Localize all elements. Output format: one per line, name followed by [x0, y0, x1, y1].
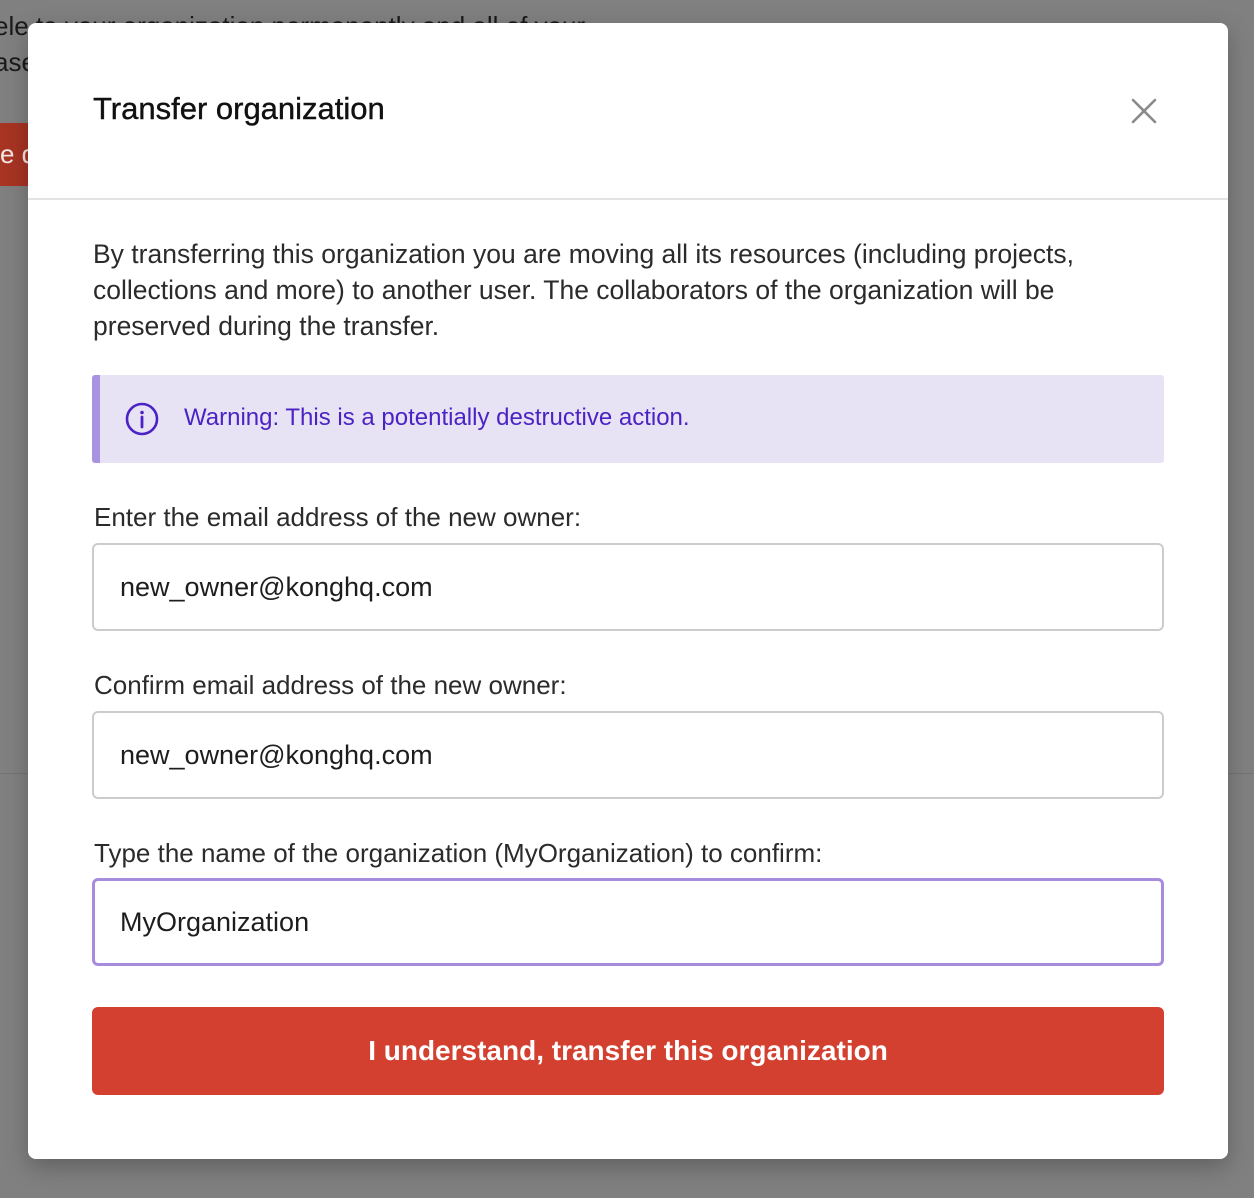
close-button[interactable] [1124, 91, 1164, 131]
info-circle-icon [125, 402, 159, 436]
transfer-organization-button[interactable]: I understand, transfer this organization [92, 1007, 1164, 1095]
close-icon [1131, 98, 1157, 124]
transfer-description: By transferring this organization you ar… [93, 239, 1074, 341]
organization-name-label: Type the name of the organization (MyOrg… [94, 838, 823, 868]
modal-header: Transfer organization [28, 23, 1228, 200]
new-owner-email-label: Enter the email address of the new owner… [94, 502, 582, 532]
warning-callout: Warning: This is a potentially destructi… [92, 375, 1164, 463]
confirm-email-label: Confirm email address of the new owner: [94, 670, 567, 700]
confirm-email-input[interactable] [92, 711, 1164, 799]
new-owner-email-input[interactable] [92, 543, 1164, 631]
warning-text: Warning: This is a potentially destructi… [184, 404, 690, 431]
organization-name-input[interactable] [92, 878, 1164, 966]
transfer-organization-modal: Transfer organization By transferring th… [28, 23, 1228, 1159]
modal-title: Transfer organization [93, 91, 385, 126]
